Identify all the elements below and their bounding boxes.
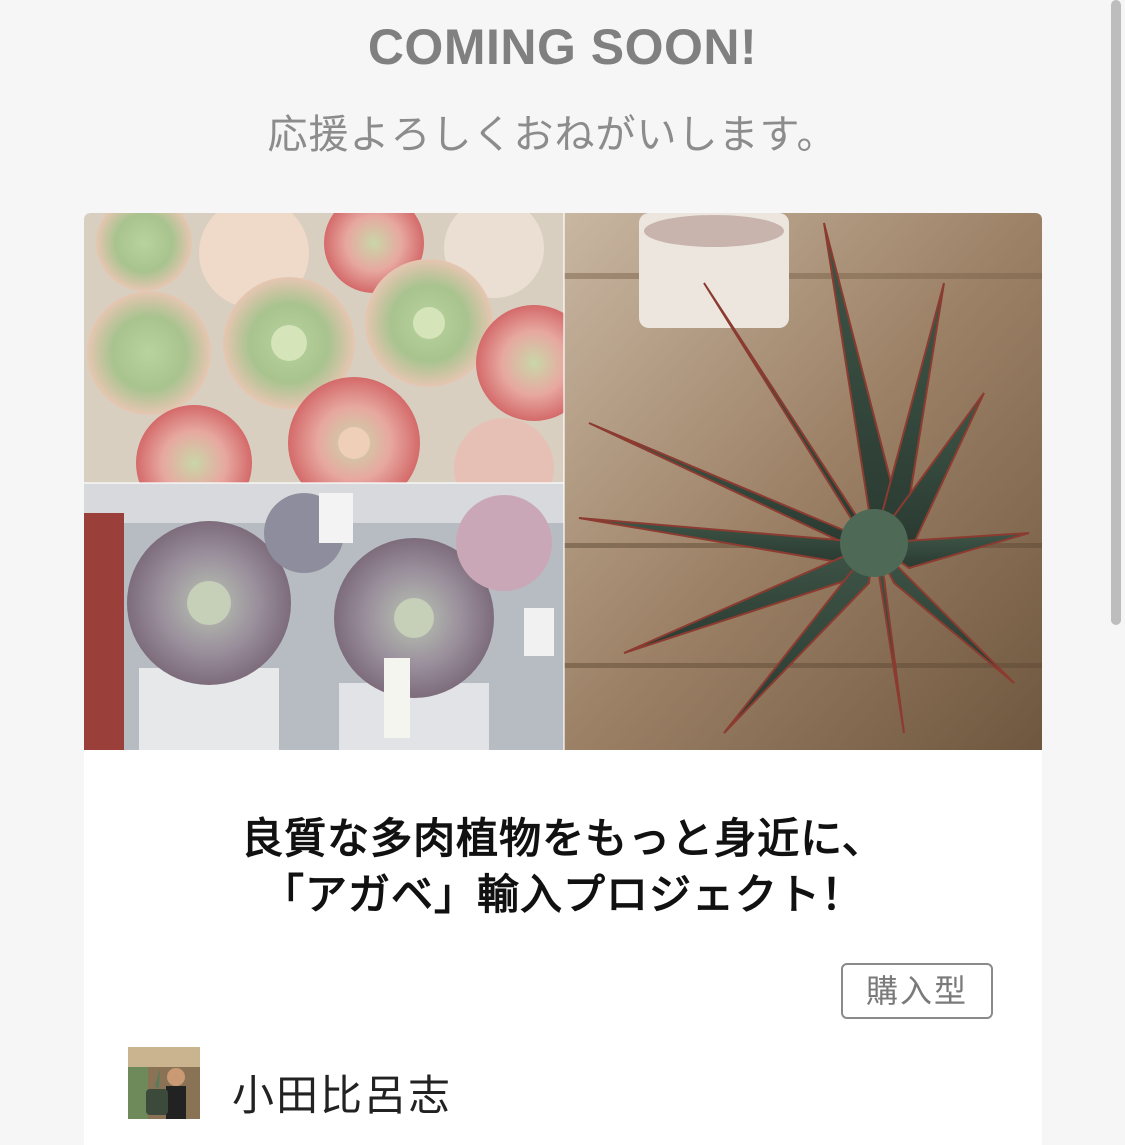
coming-soon-heading: COMING SOON! (367, 19, 758, 75)
project-type-badge: 購入型 (841, 963, 993, 1019)
page: COMING SOON! 応援よろしくおねがいします。 良質な多肉植物をもっと身… (0, 0, 1125, 1145)
support-message: 応援よろしくおねがいします。 (267, 112, 838, 158)
owner-name[interactable]: 小田比呂志 (232, 1044, 452, 1123)
owner-avatar-photo (128, 1047, 200, 1119)
owner-avatar (128, 1047, 200, 1119)
project-hero-image[interactable] (84, 213, 1042, 750)
project-title[interactable]: 良質な多肉植物をもっと身近に、 「アガベ」輸入プロジェクト！ (84, 811, 1042, 923)
succulent-shelf-photo (84, 483, 564, 750)
scrollbar[interactable] (1111, 0, 1121, 625)
hero-collage (84, 213, 1042, 750)
agave-photo (564, 213, 1042, 750)
project-owner[interactable]: 小田比呂志 (128, 1047, 452, 1120)
project-card[interactable]: 良質な多肉植物をもっと身近に、 「アガベ」輸入プロジェクト！ 購入型 小田比呂志 (84, 213, 1042, 1145)
echeveria-photo (84, 213, 592, 521)
project-title-line-2: 「アガベ」輸入プロジェクト！ (261, 870, 864, 919)
project-title-line-1: 良質な多肉植物をもっと身近に、 (241, 814, 885, 863)
